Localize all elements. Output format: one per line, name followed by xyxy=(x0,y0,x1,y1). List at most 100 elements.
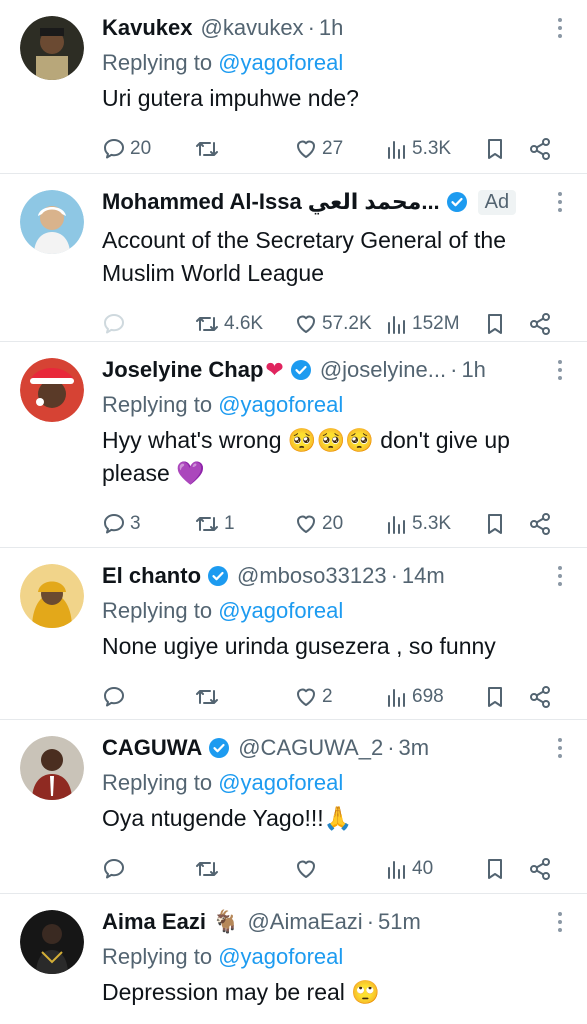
tweet[interactable]: CAGUWA @CAGUWA_2 · 3m Replying to @yagof… xyxy=(0,720,587,894)
display-name[interactable]: CAGUWA xyxy=(102,735,202,761)
replying-to-label: Replying to xyxy=(102,598,219,623)
handle[interactable]: @AimaEazi xyxy=(247,909,362,935)
mention-link[interactable]: @yagoforeal xyxy=(218,392,343,417)
bookmark-button[interactable] xyxy=(484,312,528,336)
tweet[interactable]: Kavukex @kavukex · 1h Replying to @yagof… xyxy=(0,0,587,174)
timestamp[interactable]: 1h xyxy=(319,15,343,41)
mention-link[interactable]: @yagoforeal xyxy=(218,944,343,969)
like-button[interactable]: 57.2K xyxy=(294,312,386,336)
reply-button[interactable]: 20 xyxy=(102,137,194,161)
retweet-button[interactable] xyxy=(194,685,294,709)
replying-to-label: Replying to xyxy=(102,50,219,75)
more-icon[interactable] xyxy=(557,738,563,760)
mention-link[interactable]: @yagoforeal xyxy=(218,50,343,75)
views-button[interactable]: 40 xyxy=(386,858,484,880)
tweet-header: Joselyine Chap ❤ @joselyine... · 1h xyxy=(102,352,569,388)
like-count: 57.2K xyxy=(322,313,372,334)
bookmark-icon xyxy=(488,314,502,334)
timestamp[interactable]: 14m xyxy=(402,563,445,589)
view-count: 698 xyxy=(412,686,444,707)
bookmark-button[interactable] xyxy=(484,137,528,161)
more-icon[interactable] xyxy=(557,912,563,934)
share-button[interactable] xyxy=(528,312,552,336)
avatar[interactable] xyxy=(20,736,84,800)
avatar[interactable] xyxy=(20,564,84,628)
views-button[interactable]: 698 xyxy=(386,686,484,708)
display-name[interactable]: Kavukex xyxy=(102,15,193,41)
tweet-text: Depression may be real 🙄 xyxy=(102,979,380,1005)
mention-link[interactable]: @yagoforeal xyxy=(218,598,343,623)
action-bar: 2 698 xyxy=(102,667,569,727)
bookmark-button[interactable] xyxy=(484,857,528,881)
retweet-button[interactable] xyxy=(194,857,294,881)
reply-count: 3 xyxy=(130,513,141,534)
like-button[interactable] xyxy=(294,857,386,881)
tweet[interactable]: Aima Eazi 🐐 @AimaEazi · 51m Replying to … xyxy=(0,894,587,1024)
retweet-button[interactable]: 4.6K xyxy=(194,312,294,336)
display-name[interactable]: El chanto xyxy=(102,563,201,589)
tweet-header: CAGUWA @CAGUWA_2 · 3m xyxy=(102,730,569,766)
handle[interactable]: @joselyine... xyxy=(320,357,446,383)
retweet-button[interactable] xyxy=(194,137,294,161)
timestamp[interactable]: 51m xyxy=(378,909,421,935)
action-bar: 20 27 5.3K xyxy=(102,119,569,179)
timestamp[interactable]: 1h xyxy=(461,357,485,383)
handle[interactable]: @mboso33123 xyxy=(237,563,387,589)
share-button[interactable] xyxy=(528,685,552,709)
views-icon xyxy=(388,141,405,159)
avatar[interactable] xyxy=(20,190,84,254)
avatar[interactable] xyxy=(20,16,84,80)
tweet[interactable]: Joselyine Chap ❤ @joselyine... · 1h Repl… xyxy=(0,342,587,548)
reply-icon xyxy=(104,139,124,159)
timestamp[interactable]: 3m xyxy=(399,735,430,761)
separator-dot: · xyxy=(387,735,395,760)
display-name[interactable]: Joselyine Chap xyxy=(102,357,263,383)
more-icon[interactable] xyxy=(557,192,563,214)
share-icon xyxy=(530,686,550,708)
reply-button[interactable] xyxy=(102,685,194,709)
verified-badge-icon xyxy=(290,360,311,380)
tweet-text: Oya ntugende Yago!!!🙏 xyxy=(102,805,353,831)
tweet[interactable]: El chanto @mboso33123 · 14m Replying to … xyxy=(0,548,587,720)
like-icon xyxy=(297,688,315,706)
retweet-icon xyxy=(196,690,218,704)
share-button[interactable] xyxy=(528,857,552,881)
handle[interactable]: @kavukex xyxy=(201,15,304,41)
share-button[interactable] xyxy=(528,137,552,161)
retweet-count: 1 xyxy=(224,513,235,534)
reply-icon xyxy=(104,314,124,334)
bookmark-icon xyxy=(488,687,502,707)
reply-button[interactable]: 3 xyxy=(102,512,194,536)
verified-badge-icon xyxy=(209,738,230,758)
retweet-count: 4.6K xyxy=(224,313,264,334)
more-icon[interactable] xyxy=(557,360,563,382)
mention-link[interactable]: @yagoforeal xyxy=(218,770,343,795)
display-name[interactable]: Aima Eazi 🐐 xyxy=(102,909,239,935)
avatar[interactable] xyxy=(20,910,84,974)
more-icon[interactable] xyxy=(557,18,563,40)
more-icon[interactable] xyxy=(557,566,563,588)
share-button[interactable] xyxy=(528,512,552,536)
display-name[interactable]: Mohammed Al-Issa محمد العي... xyxy=(102,189,440,215)
avatar[interactable] xyxy=(20,358,84,422)
tweet-ad[interactable]: Mohammed Al-Issa محمد العي... Ad Account… xyxy=(0,174,587,342)
views-button[interactable]: 5.3K xyxy=(386,513,484,535)
replying-to: Replying to @yagoforeal xyxy=(102,390,569,420)
views-icon xyxy=(388,689,405,707)
reply-icon xyxy=(104,514,124,534)
views-button[interactable]: 152M xyxy=(386,313,484,335)
views-button[interactable]: 5.3K xyxy=(386,138,484,160)
bookmark-button[interactable] xyxy=(484,685,528,709)
like-button[interactable]: 27 xyxy=(294,137,386,161)
like-button[interactable]: 20 xyxy=(294,512,386,536)
bookmark-button[interactable] xyxy=(484,512,528,536)
bookmark-icon xyxy=(488,514,502,534)
retweet-icon xyxy=(196,142,218,156)
views-icon xyxy=(388,316,405,334)
reply-button[interactable] xyxy=(102,857,194,881)
like-button[interactable]: 2 xyxy=(294,685,386,709)
reply-button[interactable] xyxy=(102,312,194,336)
retweet-button[interactable]: 1 xyxy=(194,512,294,536)
handle[interactable]: @CAGUWA_2 xyxy=(238,735,383,761)
reply-icon xyxy=(104,687,124,707)
